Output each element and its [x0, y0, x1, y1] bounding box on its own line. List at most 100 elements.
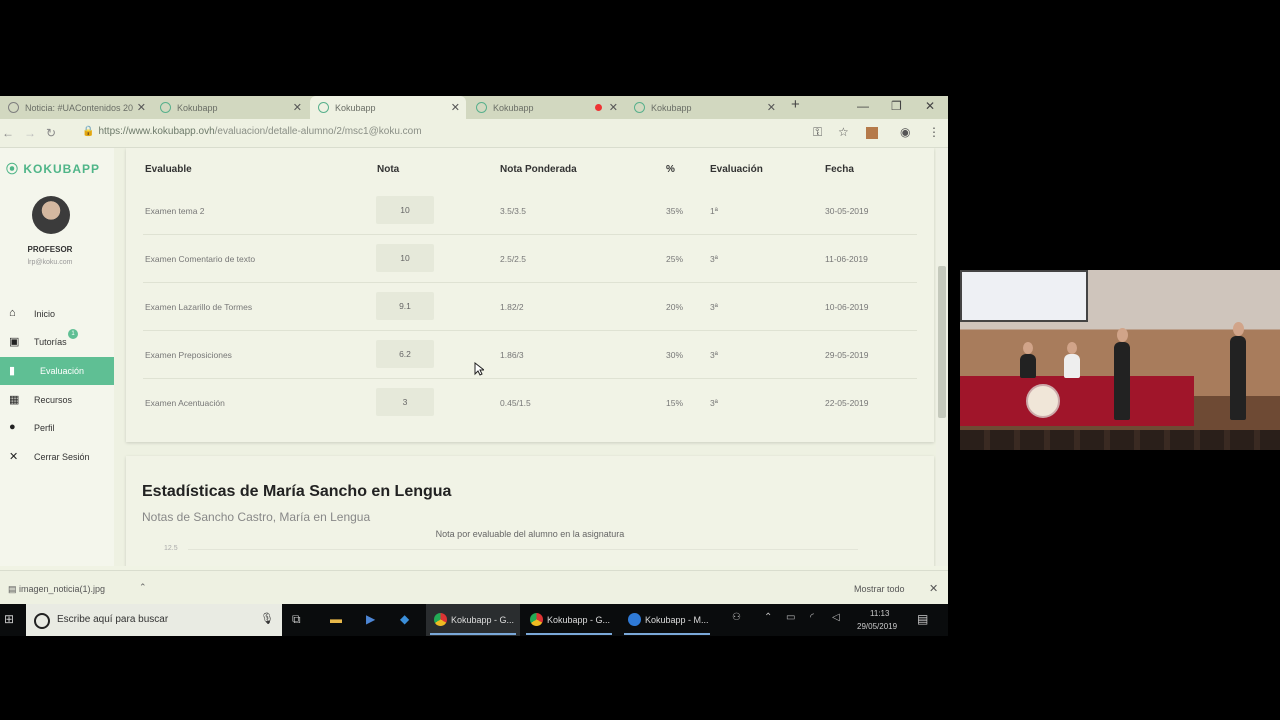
search-placeholder: Escribe aquí para buscar — [57, 614, 169, 625]
close-tab-icon[interactable]: ✕ — [767, 101, 776, 114]
presenter-figure — [1230, 336, 1246, 420]
sidebar: ⦿ KOKUBAPP PROFESOR lrp@koku.com ⌂ Inici… — [0, 148, 114, 566]
table-row: Examen Comentario de texto 10 2.5/2.5 25… — [143, 234, 917, 283]
task-view-icon[interactable]: ⧉ — [292, 612, 301, 627]
taskbar-app-edge[interactable]: Kokubapp - M... — [620, 604, 714, 636]
tab-kokubapp-1[interactable]: Kokubapp ✕ — [152, 96, 308, 119]
avatar — [32, 196, 70, 234]
sidebar-item-evaluacion[interactable]: ▮ Evaluación — [0, 357, 114, 385]
sidebar-item-label: Recursos — [34, 395, 73, 405]
cell-nota[interactable]: 3 — [376, 388, 434, 416]
reload-icon[interactable]: ↻ — [46, 126, 56, 140]
page-viewport: ⦿ KOKUBAPP PROFESOR lrp@koku.com ⌂ Inici… — [0, 148, 948, 566]
tab-kokubapp-3[interactable]: Kokubapp ✕ — [468, 96, 624, 119]
close-download-bar-icon[interactable]: ✕ — [929, 582, 938, 595]
cell-nota[interactable]: 6.2 — [376, 340, 434, 368]
address-bar: ← → ↻ 🔒 https://www.kokubapp.ovh/evaluaci… — [0, 119, 948, 148]
clock-time[interactable]: 11:13 — [870, 609, 889, 618]
windows-taskbar: ⊞ Escribe aquí para buscar 🎙 ⧉ ▬ ▶ ◆ Kok… — [0, 604, 948, 636]
download-bar: ▤ imagen_noticia(1).jpg ⌃ Mostrar todo ✕ — [0, 570, 948, 604]
clock-date[interactable]: 29/05/2019 — [857, 622, 897, 631]
profile-icon[interactable]: ◉ — [900, 125, 910, 139]
kokubapp-logo-icon: ⦿ — [6, 162, 24, 176]
powershell-icon[interactable]: ▶ — [366, 612, 375, 626]
kokubapp-icon — [318, 102, 329, 113]
sidebar-item-label: Cerrar Sesión — [34, 452, 90, 462]
url-field[interactable]: 🔒 https://www.kokubapp.ovh/evaluacion/det… — [82, 126, 422, 137]
browser-window: Noticia: #UAContenidos 20 ✕ Kokubapp ✕ K… — [0, 96, 948, 604]
cell-evaluacion: 3ª — [710, 350, 718, 360]
webcam-video-inset — [960, 270, 1280, 450]
vscode-icon[interactable]: ◆ — [400, 612, 409, 626]
cell-nota[interactable]: 9.1 — [376, 292, 434, 320]
minimize-icon[interactable]: — — [857, 99, 869, 113]
column-header-nota: Nota — [377, 164, 400, 175]
globe-icon — [8, 102, 19, 113]
chevron-up-icon[interactable]: ⌃ — [139, 582, 147, 593]
column-header-evaluable: Evaluable — [145, 164, 192, 175]
show-all-button[interactable]: Mostrar todo — [854, 584, 905, 594]
chart-title: Nota por evaluable del alumno en la asig… — [435, 529, 625, 539]
download-file-name: imagen_noticia(1).jpg — [19, 584, 106, 594]
new-tab-icon[interactable]: + — [791, 96, 800, 113]
chrome-icon — [434, 613, 447, 626]
close-tab-icon[interactable]: ✕ — [137, 101, 146, 114]
table-row: Examen Acentuación 3 0.45/1.5 15% 3ª 22-… — [143, 378, 917, 426]
book-icon: ▮ — [9, 365, 16, 377]
volume-icon[interactable]: ◁ — [832, 612, 840, 623]
microphone-icon[interactable]: 🎙 — [260, 612, 274, 625]
taskbar-app-label: Kokubapp - G... — [547, 615, 611, 625]
restore-icon[interactable]: ❐ — [891, 99, 902, 113]
statistics-card: Estadísticas de María Sancho en Lengua N… — [126, 456, 934, 566]
close-window-icon[interactable]: ✕ — [925, 99, 935, 113]
kokubapp-icon — [476, 102, 487, 113]
running-indicator — [624, 633, 710, 635]
close-tab-icon[interactable]: ✕ — [451, 101, 460, 114]
column-header-evaluacion: Evaluación — [710, 164, 763, 175]
logo[interactable]: ⦿ KOKUBAPP — [6, 160, 100, 177]
chevron-up-icon[interactable]: ⌃ — [764, 612, 772, 623]
table-row: Examen Lazarillo de Tormes 9.1 1.82/2 20… — [143, 282, 917, 331]
taskbar-search[interactable]: Escribe aquí para buscar 🎙 — [26, 604, 282, 636]
forward-icon[interactable]: → — [24, 126, 36, 140]
user-email: lrp@koku.com — [27, 259, 73, 266]
tab-kokubapp-2[interactable]: Kokubapp ✕ — [310, 96, 466, 119]
tab-noticia[interactable]: Noticia: #UAContenidos 20 ✕ — [0, 96, 152, 119]
extension-icon[interactable] — [866, 127, 878, 139]
download-item[interactable]: ▤ imagen_noticia(1).jpg — [8, 584, 105, 595]
close-tab-icon[interactable]: ✕ — [293, 101, 302, 114]
sidebar-item-recursos[interactable]: ▦ Recursos — [0, 386, 114, 414]
sidebar-item-inicio[interactable]: ⌂ Inicio — [0, 300, 114, 328]
star-icon[interactable]: ☆ — [838, 125, 849, 139]
sidebar-item-perfil[interactable]: ● Perfil — [0, 414, 114, 442]
statistics-subtitle: Notas de Sancho Castro, María en Lengua — [142, 510, 371, 524]
cell-evaluable: Examen Preposiciones — [145, 350, 232, 360]
taskbar-app-chrome-2[interactable]: Kokubapp - G... — [522, 604, 616, 636]
scrollbar-thumb[interactable] — [938, 266, 946, 418]
sidebar-item-label: Inicio — [34, 309, 56, 319]
cell-ponderada: 2.5/2.5 — [500, 254, 526, 264]
file-explorer-icon[interactable]: ▬ — [330, 612, 342, 626]
cell-nota[interactable]: 10 — [376, 196, 434, 224]
sidebar-item-tutorias[interactable]: ▣ Tutorías 1 — [0, 328, 114, 356]
key-icon[interactable]: ⚿ — [813, 125, 822, 140]
people-icon[interactable]: ⚇ — [732, 612, 741, 623]
tab-kokubapp-4[interactable]: Kokubapp ✕ — [626, 96, 782, 119]
presenter-head — [1117, 328, 1128, 342]
sidebar-item-cerrar-sesion[interactable]: ✕ Cerrar Sesión — [0, 443, 114, 471]
kokubapp-icon — [160, 102, 171, 113]
cell-percent: 25% — [666, 254, 684, 264]
back-icon[interactable]: ← — [2, 126, 14, 140]
taskbar-app-chrome-1[interactable]: Kokubapp - G... — [426, 604, 520, 636]
wifi-icon[interactable]: ◜ — [810, 612, 814, 623]
user-role: PROFESOR — [27, 245, 73, 254]
column-header-nota-ponderada: Nota Ponderada — [500, 164, 577, 175]
cell-nota[interactable]: 10 — [376, 244, 434, 272]
action-center-icon[interactable]: ▤ — [917, 612, 928, 626]
windows-start-icon[interactable]: ⊞ — [4, 612, 14, 626]
page-scrollbar[interactable] — [936, 148, 948, 566]
battery-icon[interactable]: ▭ — [786, 612, 795, 623]
menu-icon[interactable]: ⋮ — [928, 125, 940, 139]
close-tab-icon[interactable]: ✕ — [609, 101, 618, 114]
cell-evaluacion: 3ª — [710, 254, 718, 264]
